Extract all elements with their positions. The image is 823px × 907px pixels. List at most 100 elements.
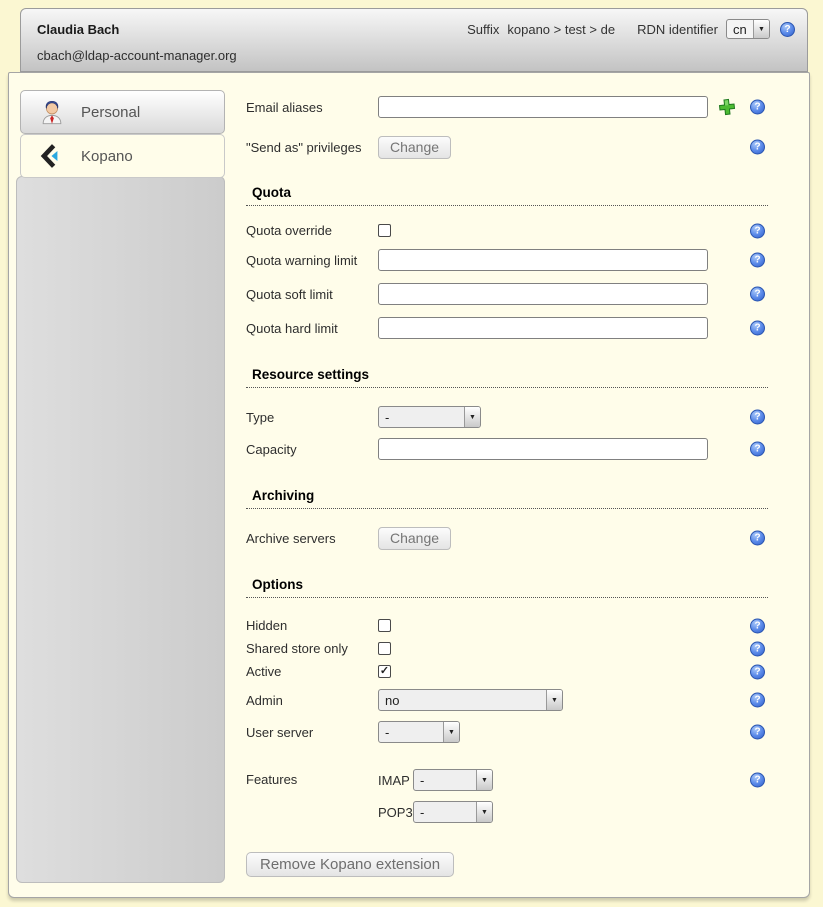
page-title: Claudia Bach bbox=[37, 22, 119, 37]
rdn-identifier-select[interactable]: cn ▼ bbox=[726, 19, 770, 39]
email-aliases-input[interactable] bbox=[378, 96, 708, 118]
person-icon bbox=[39, 99, 65, 125]
imap-label: IMAP bbox=[378, 773, 413, 788]
quota-override-label: Quota override bbox=[246, 223, 378, 238]
quota-soft-row: Quota soft limit ? bbox=[246, 277, 768, 311]
quota-warning-label: Quota warning limit bbox=[246, 253, 378, 268]
help-icon-archive-servers[interactable]: ? bbox=[750, 531, 765, 546]
archive-servers-label: Archive servers bbox=[246, 531, 378, 546]
help-icon-quota-override[interactable]: ? bbox=[750, 223, 765, 238]
sidebar-item-label-personal: Personal bbox=[81, 104, 140, 121]
user-server-value: - bbox=[379, 725, 443, 740]
admin-row: Admin no ▼ ? bbox=[246, 685, 768, 715]
chevron-down-icon: ▼ bbox=[753, 20, 769, 38]
imap-value: - bbox=[414, 773, 476, 788]
kopano-settings-form: Email aliases ? "Send as" privileges Cha… bbox=[246, 72, 768, 829]
sidebar-item-kopano[interactable]: Kopano bbox=[20, 134, 225, 178]
rdn-identifier-label: RDN identifier bbox=[637, 22, 718, 37]
active-row: Active ✓ ? bbox=[246, 660, 768, 683]
help-icon-resource-type[interactable]: ? bbox=[750, 410, 765, 425]
quota-override-checkbox[interactable] bbox=[378, 224, 391, 237]
resource-type-label: Type bbox=[246, 410, 378, 425]
help-icon-send-as[interactable]: ? bbox=[750, 140, 765, 155]
hidden-row: Hidden ? bbox=[246, 614, 768, 637]
help-icon-capacity[interactable]: ? bbox=[750, 442, 765, 457]
help-icon-email-aliases[interactable]: ? bbox=[750, 100, 765, 115]
features-row: Features IMAP - ▼ POP3 - ▼ ? bbox=[246, 765, 768, 829]
sidebar-item-personal[interactable]: Personal bbox=[20, 90, 225, 134]
quota-soft-label: Quota soft limit bbox=[246, 287, 378, 302]
resource-type-row: Type - ▼ ? bbox=[246, 402, 768, 432]
send-as-row: "Send as" privileges Change ? bbox=[246, 134, 768, 160]
section-heading-options: Options bbox=[246, 577, 768, 598]
help-icon-user-server[interactable]: ? bbox=[750, 725, 765, 740]
help-icon-quota-soft[interactable]: ? bbox=[750, 287, 765, 302]
admin-label: Admin bbox=[246, 693, 378, 708]
add-icon[interactable] bbox=[718, 98, 736, 116]
rdn-selected-value: cn bbox=[727, 22, 753, 37]
kopano-logo-icon bbox=[39, 143, 65, 169]
remove-kopano-extension-button[interactable]: Remove Kopano extension bbox=[246, 852, 454, 877]
suffix-value: kopano > test > de bbox=[507, 22, 615, 37]
help-icon-active[interactable]: ? bbox=[750, 664, 765, 679]
pop3-row: POP3 - ▼ bbox=[378, 797, 493, 827]
help-icon-hidden[interactable]: ? bbox=[750, 618, 765, 633]
quota-hard-input[interactable] bbox=[378, 317, 708, 339]
resource-type-value: - bbox=[379, 410, 464, 425]
help-icon-quota-hard[interactable]: ? bbox=[750, 321, 765, 336]
archive-servers-change-button[interactable]: Change bbox=[378, 527, 451, 550]
account-email: cbach@ldap-account-manager.org bbox=[21, 39, 807, 63]
chevron-down-icon: ▼ bbox=[464, 407, 480, 427]
help-icon-shared-store[interactable]: ? bbox=[750, 641, 765, 656]
sidebar-panel bbox=[16, 176, 225, 883]
section-heading-quota: Quota bbox=[246, 185, 768, 206]
quota-hard-label: Quota hard limit bbox=[246, 321, 378, 336]
account-header: Claudia Bach Suffix kopano > test > de R… bbox=[20, 8, 808, 72]
suffix-label: Suffix bbox=[467, 22, 499, 37]
active-label: Active bbox=[246, 664, 378, 679]
help-icon-features[interactable]: ? bbox=[750, 773, 765, 788]
imap-row: IMAP - ▼ bbox=[378, 765, 493, 795]
shared-store-checkbox[interactable] bbox=[378, 642, 391, 655]
quota-warning-row: Quota warning limit ? bbox=[246, 243, 768, 277]
features-label: Features bbox=[246, 765, 378, 787]
section-heading-resource: Resource settings bbox=[246, 367, 768, 388]
email-aliases-row: Email aliases ? bbox=[246, 92, 768, 122]
quota-soft-input[interactable] bbox=[378, 283, 708, 305]
user-server-select[interactable]: - ▼ bbox=[378, 721, 460, 743]
help-icon-admin[interactable]: ? bbox=[750, 693, 765, 708]
resource-type-select[interactable]: - ▼ bbox=[378, 406, 481, 428]
capacity-label: Capacity bbox=[246, 442, 378, 457]
chevron-down-icon: ▼ bbox=[476, 802, 492, 822]
quota-override-row: Quota override ? bbox=[246, 218, 768, 243]
shared-store-label: Shared store only bbox=[246, 641, 378, 656]
send-as-label: "Send as" privileges bbox=[246, 140, 378, 155]
pop3-value: - bbox=[414, 805, 476, 820]
lam-kopano-page: { "header": { "title": "Claudia Bach", "… bbox=[0, 0, 823, 907]
help-icon-quota-warning[interactable]: ? bbox=[750, 253, 765, 268]
section-heading-archiving: Archiving bbox=[246, 488, 768, 509]
send-as-change-button[interactable]: Change bbox=[378, 136, 451, 159]
user-server-label: User server bbox=[246, 725, 378, 740]
capacity-input[interactable] bbox=[378, 438, 708, 460]
active-checkbox[interactable]: ✓ bbox=[378, 665, 391, 678]
user-server-row: User server - ▼ ? bbox=[246, 717, 768, 747]
sidebar-item-label-kopano: Kopano bbox=[81, 148, 133, 165]
chevron-down-icon: ▼ bbox=[443, 722, 459, 742]
chevron-down-icon: ▼ bbox=[546, 690, 562, 710]
hidden-label: Hidden bbox=[246, 618, 378, 633]
admin-value: no bbox=[379, 693, 546, 708]
capacity-row: Capacity ? bbox=[246, 432, 768, 466]
quota-hard-row: Quota hard limit ? bbox=[246, 311, 768, 345]
imap-select[interactable]: - ▼ bbox=[413, 769, 493, 791]
pop3-label: POP3 bbox=[378, 805, 413, 820]
chevron-down-icon: ▼ bbox=[476, 770, 492, 790]
quota-warning-input[interactable] bbox=[378, 249, 708, 271]
hidden-checkbox[interactable] bbox=[378, 619, 391, 632]
archive-servers-row: Archive servers Change ? bbox=[246, 523, 768, 553]
shared-store-row: Shared store only ? bbox=[246, 637, 768, 660]
admin-select[interactable]: no ▼ bbox=[378, 689, 563, 711]
help-icon-rdn[interactable]: ? bbox=[780, 22, 795, 37]
email-aliases-label: Email aliases bbox=[246, 100, 378, 115]
pop3-select[interactable]: - ▼ bbox=[413, 801, 493, 823]
